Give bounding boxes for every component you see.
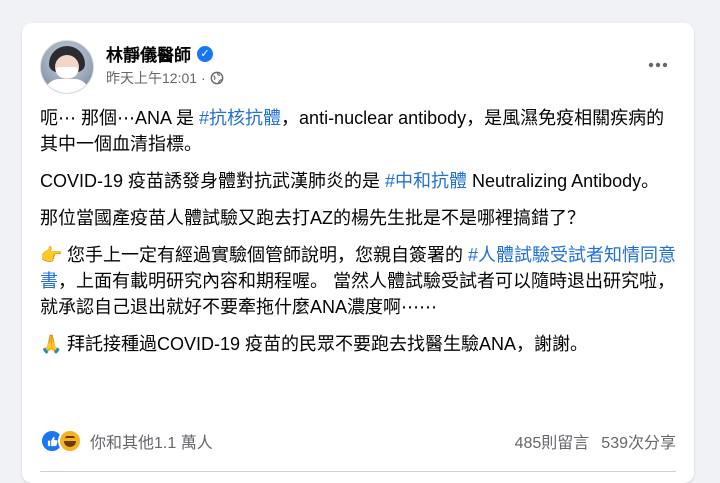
hashtag-link[interactable]: #抗核抗體: [199, 108, 281, 128]
shares-count[interactable]: 539次分享: [601, 429, 676, 453]
verified-badge-icon: ✓: [197, 45, 213, 62]
author-avatar[interactable]: [40, 40, 94, 94]
more-options-icon[interactable]: [642, 49, 674, 81]
paragraph-text: 那位當國產疫苗人體試驗又跑去打AZ的楊先生批是不是哪裡搞錯了？: [40, 208, 585, 228]
post-timestamp[interactable]: 昨天上午12:01: [106, 68, 197, 88]
post-paragraph-2: COVID-19 疫苗誘發身體對抗武漢肺炎的是 #中和抗體 Neutralizi…: [40, 168, 680, 194]
haha-reaction-icon: [58, 429, 82, 453]
folded-hands-icon: 🙏: [40, 334, 63, 354]
author-name[interactable]: 林靜儀醫師: [106, 41, 191, 66]
post-meta: 昨天上午12:01 ·: [106, 68, 224, 88]
globe-icon[interactable]: [210, 71, 224, 85]
post-card: 林靜儀醫師 ✓ 昨天上午12:01 · 呃⋯ 那個⋯ANA 是 #抗核抗體，an…: [22, 23, 694, 483]
post-header: 林靜儀醫師 ✓ 昨天上午12:01 ·: [40, 39, 676, 97]
pointing-hand-icon: 👉: [40, 245, 63, 265]
hashtag-link[interactable]: #中和抗體: [385, 171, 467, 191]
paragraph-text: ，上面有載明研究內容和期程喔。 當然人體試驗受試者可以隨時退出研究啦，就承認自己…: [40, 271, 675, 317]
paragraph-text: 拜託接種過COVID-19 疫苗的民眾不要跑去找醫生驗ANA，謝謝。: [62, 334, 589, 354]
post-paragraph-4: 👉 您手上一定有經過實驗個管師說明，您親自簽署的 #人體試驗受試者知情同意書，上…: [40, 242, 680, 320]
reactions-count[interactable]: 你和其他1.1 萬人: [90, 429, 213, 453]
comments-count[interactable]: 485則留言: [515, 429, 590, 453]
post-paragraph-1: 呃⋯ 那個⋯ANA 是 #抗核抗體，anti-nuclear antibody，…: [40, 105, 680, 157]
engagement-stats: 485則留言 539次分享: [515, 429, 676, 453]
reaction-icons[interactable]: [40, 429, 82, 453]
action-divider: [40, 471, 676, 472]
paragraph-text: 您手上一定有經過實驗個管師說明，您親自簽署的: [62, 245, 468, 265]
paragraph-text: COVID-19 疫苗誘發身體對抗武漢肺炎的是: [40, 171, 386, 191]
paragraph-text: 呃⋯ 那個⋯ANA 是: [40, 108, 200, 128]
meta-separator: ·: [201, 70, 206, 86]
author-row: 林靜儀醫師 ✓: [106, 41, 213, 66]
engagement-bar: 你和其他1.1 萬人 485則留言 539次分享: [40, 423, 676, 459]
post-body: 呃⋯ 那個⋯ANA 是 #抗核抗體，anti-nuclear antibody，…: [40, 105, 680, 368]
post-paragraph-3: 那位當國產疫苗人體試驗又跑去打AZ的楊先生批是不是哪裡搞錯了？: [40, 205, 680, 231]
paragraph-text: Neutralizing Antibody。: [467, 171, 660, 191]
post-paragraph-5: 🙏 拜託接種過COVID-19 疫苗的民眾不要跑去找醫生驗ANA，謝謝。: [40, 331, 680, 357]
